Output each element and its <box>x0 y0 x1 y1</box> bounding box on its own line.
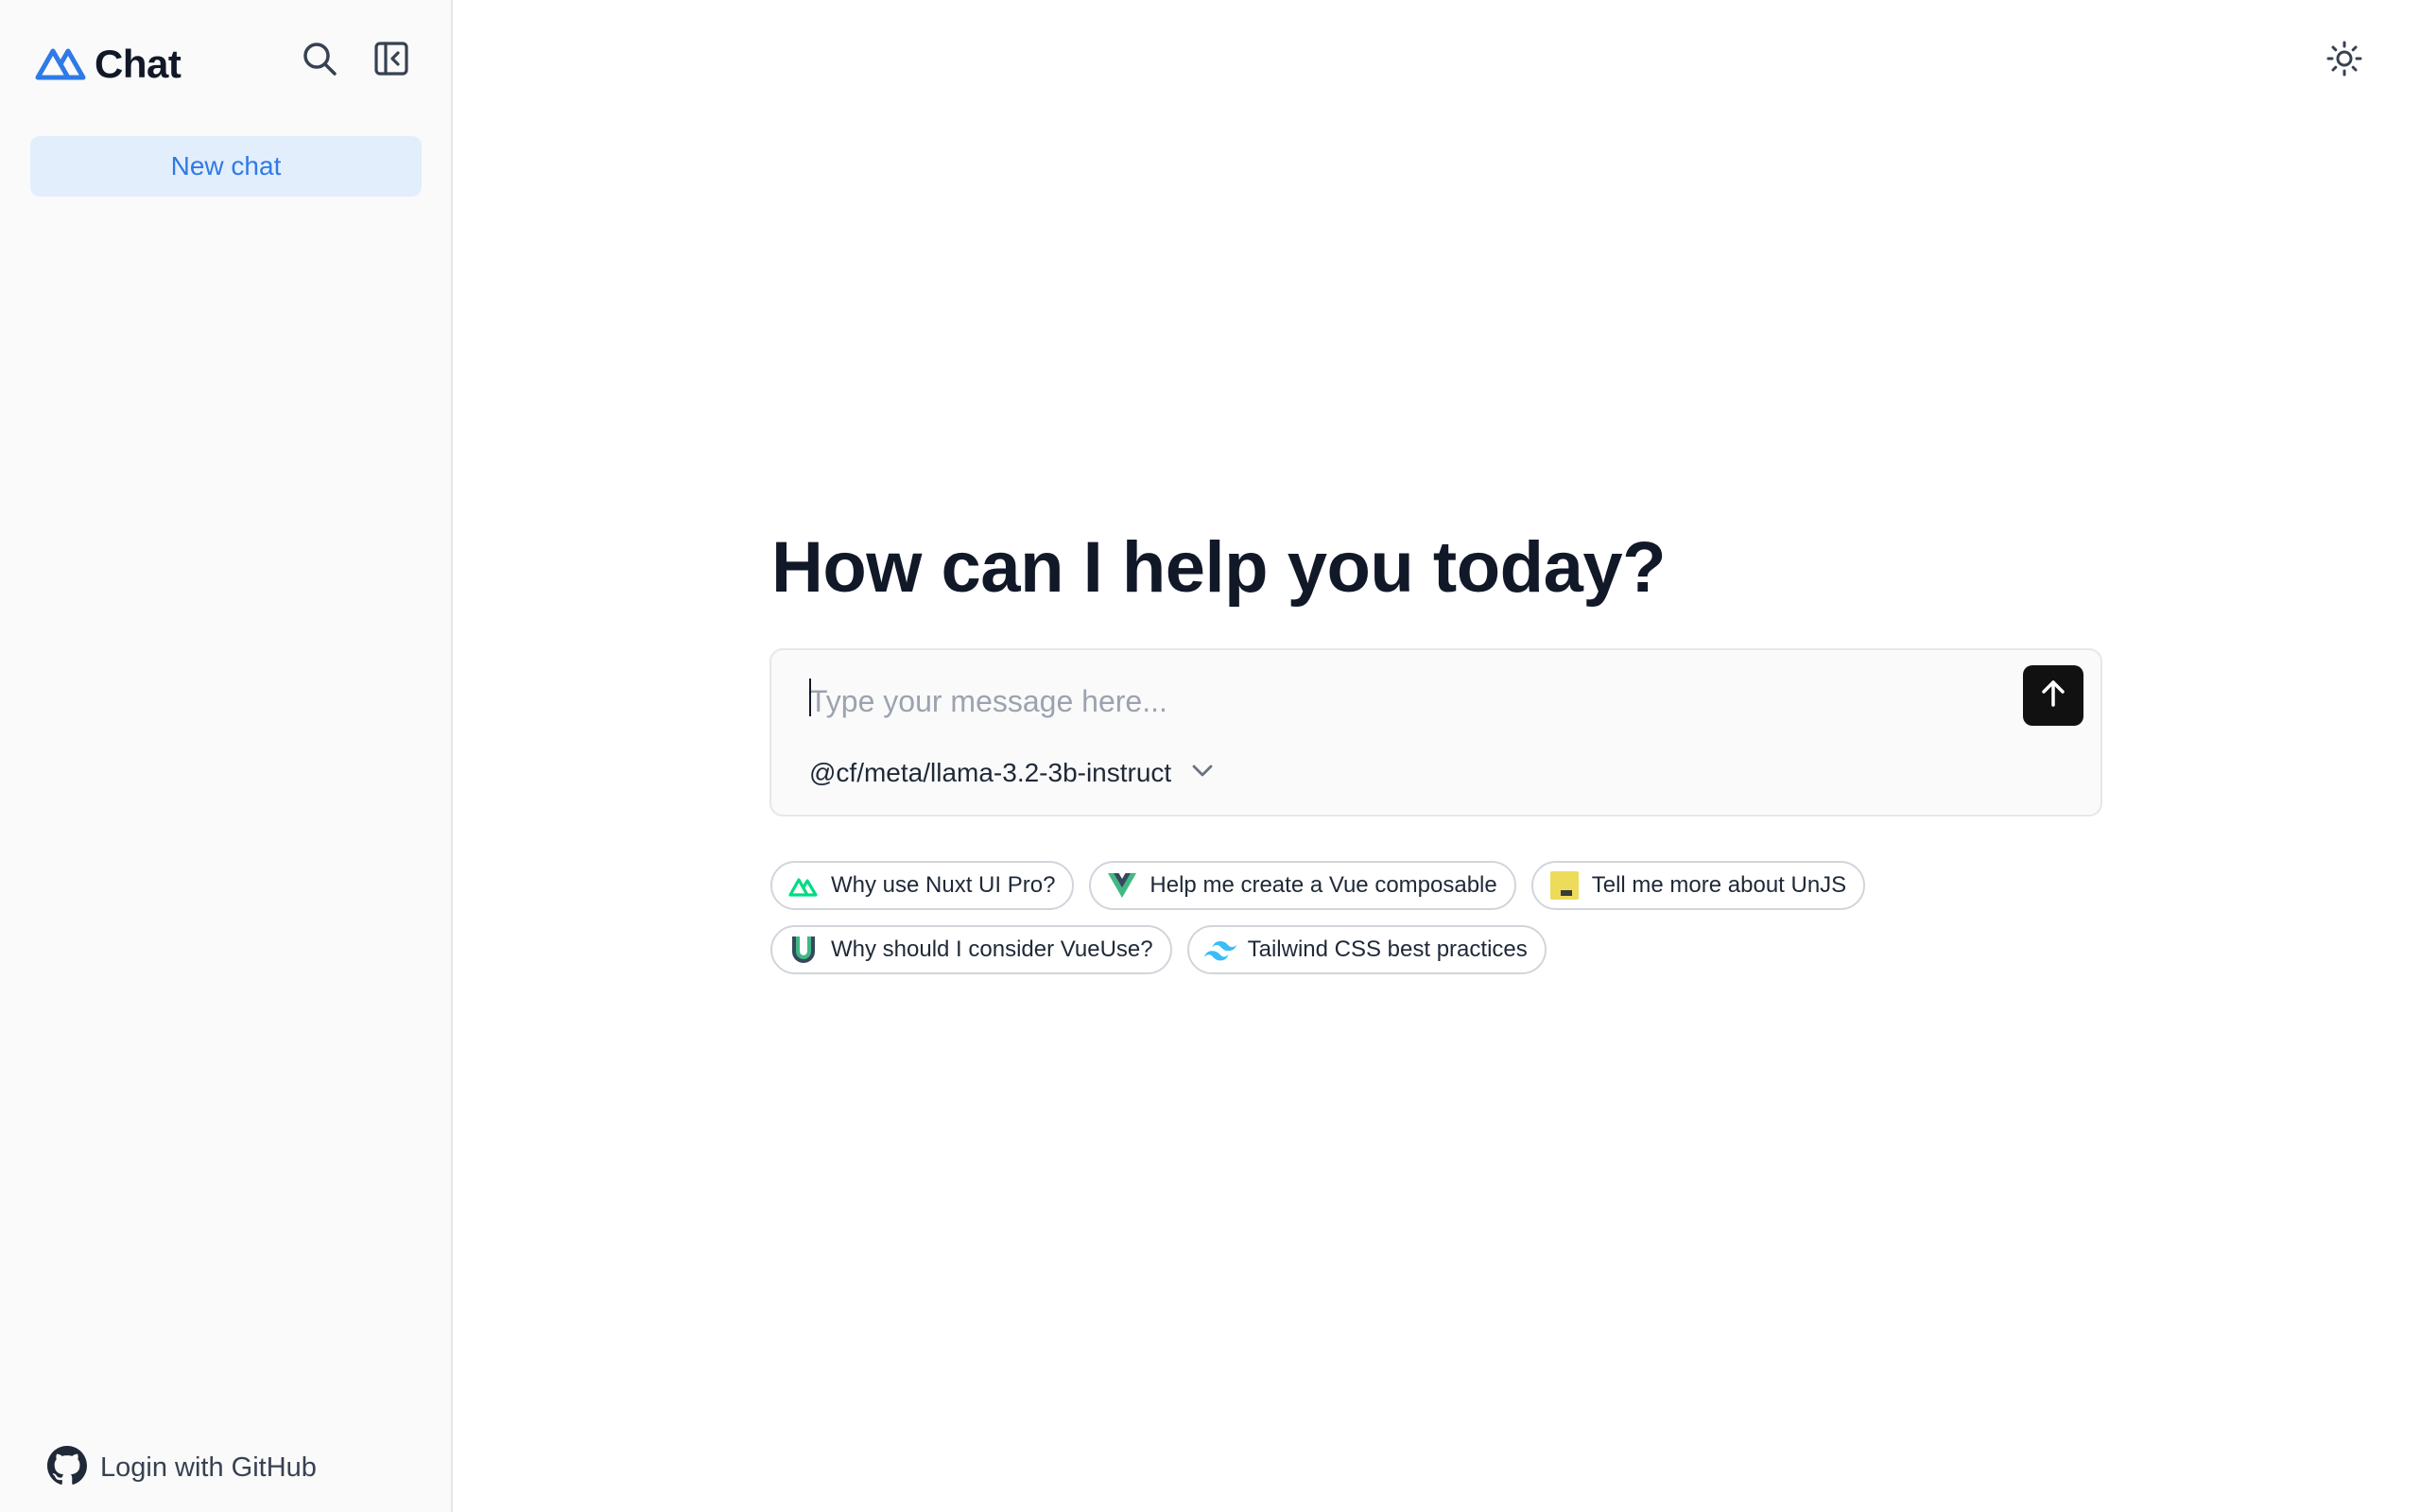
suggestion-chip-tailwind[interactable]: Tailwind CSS best practices <box>1186 925 1547 974</box>
suggestion-chip-nuxt-ui-pro[interactable]: Why use Nuxt UI Pro? <box>770 861 1075 910</box>
model-select-value: @cf/meta/llama-3.2-3b-instruct <box>809 757 1172 787</box>
nuxt-chat-logo-icon <box>34 43 87 86</box>
suggestion-chip-vueuse[interactable]: Why should I consider VueUse? <box>770 925 1172 974</box>
suggestion-label: Why use Nuxt UI Pro? <box>831 872 1056 898</box>
search-button[interactable] <box>297 38 342 83</box>
send-button[interactable] <box>2023 665 2083 726</box>
new-chat-button[interactable]: New chat <box>30 136 422 197</box>
sidebar-collapse-icon <box>372 40 410 82</box>
vueuse-icon <box>787 934 820 966</box>
page-title: How can I help you today? <box>771 527 1667 608</box>
vue-icon <box>1106 869 1138 902</box>
login-label: Login with GitHub <box>100 1452 317 1483</box>
suggestion-label: Tell me more about UnJS <box>1591 872 1847 898</box>
brand-title: Chat <box>95 42 182 86</box>
model-select[interactable]: @cf/meta/llama-3.2-3b-instruct <box>809 756 1217 789</box>
sidebar: Chat New chat Login with GitHub <box>0 0 453 1512</box>
suggestion-chip-vue-composable[interactable]: Help me create a Vue composable <box>1089 861 1516 910</box>
theme-toggle-button[interactable] <box>2322 38 2367 83</box>
suggestion-label: Help me create a Vue composable <box>1150 872 1497 898</box>
suggestion-label: Tailwind CSS best practices <box>1247 936 1528 962</box>
nuxt-icon <box>787 869 820 902</box>
sun-icon <box>2325 40 2363 82</box>
chevron-down-icon <box>1171 756 1217 789</box>
tailwind-icon <box>1203 934 1236 966</box>
search-icon <box>301 40 338 82</box>
text-caret <box>809 679 811 716</box>
suggestion-label: Why should I consider VueUse? <box>831 936 1153 962</box>
suggestion-list: Why use Nuxt UI Pro? Help me create a Vu… <box>770 861 2113 989</box>
message-composer: @cf/meta/llama-3.2-3b-instruct <box>769 648 2102 816</box>
message-input[interactable] <box>809 675 1981 728</box>
arrow-up-icon <box>2037 678 2069 714</box>
collapse-sidebar-button[interactable] <box>369 38 414 83</box>
github-icon <box>47 1446 87 1490</box>
brand[interactable]: Chat <box>34 42 182 87</box>
suggestion-chip-unjs[interactable]: Tell me more about UnJS <box>1530 861 1866 910</box>
login-with-github-button[interactable]: Login with GitHub <box>47 1446 317 1490</box>
unjs-icon <box>1548 869 1581 902</box>
